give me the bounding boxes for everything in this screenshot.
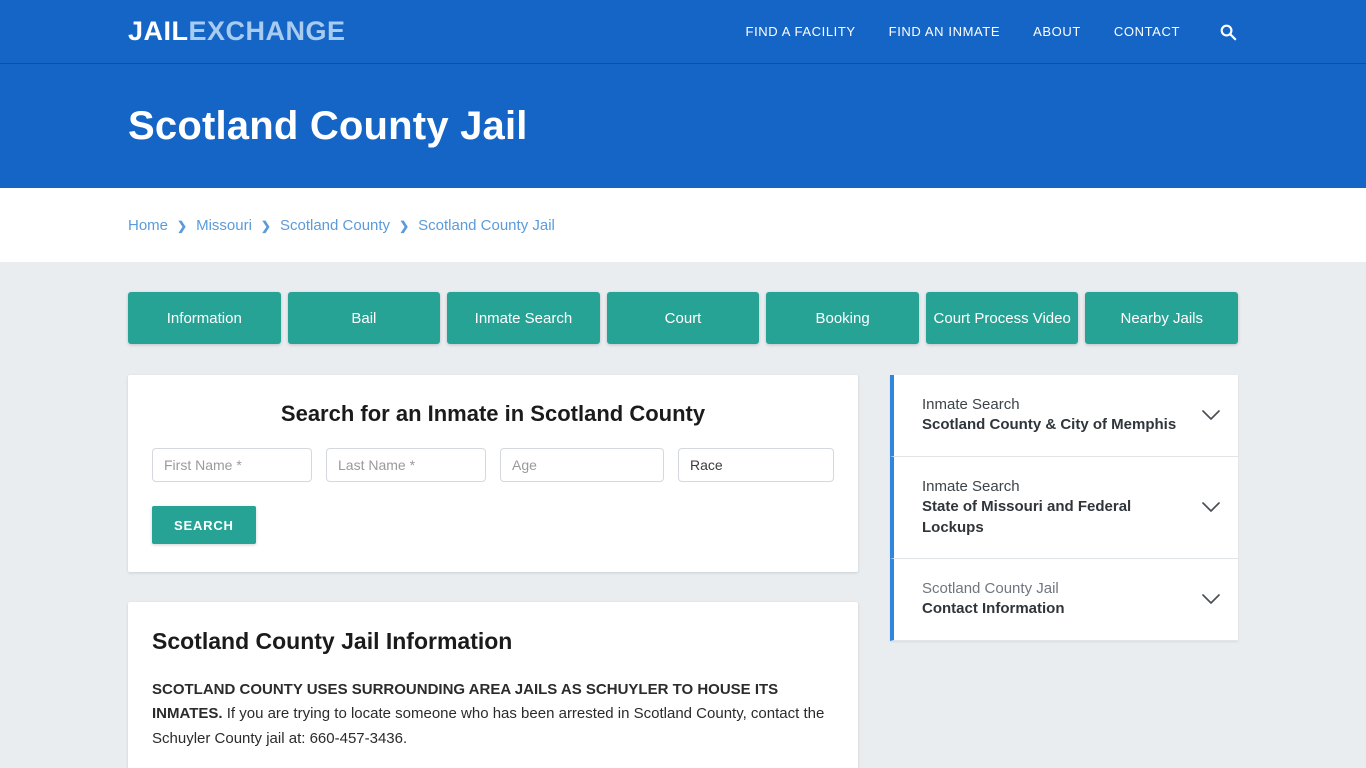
tab-court-process-video[interactable]: Court Process Video — [925, 292, 1079, 344]
accordion-text: Inmate Search Scotland County & City of … — [922, 395, 1190, 436]
tab-nearby-jails[interactable]: Nearby Jails — [1085, 292, 1239, 344]
logo-secondary-text: EXCHANGE — [188, 16, 346, 46]
site-header: JAILEXCHANGE FIND A FACILITY FIND AN INM… — [0, 0, 1366, 64]
accordion-subtitle-line: State of Missouri and Federal Lockups — [922, 498, 1132, 536]
inmate-search-fields: Race — [152, 448, 834, 482]
nav-item-find-a-facility[interactable]: FIND A FACILITY — [746, 24, 856, 39]
breadcrumb-separator-icon: ❯ — [260, 219, 271, 233]
breadcrumb-separator-icon: ❯ — [177, 219, 188, 233]
accordion-text: Inmate Search State of Missouri and Fede… — [922, 477, 1190, 538]
breadcrumb-item-home[interactable]: Home — [128, 217, 168, 234]
accordion-title-line: Inmate Search — [922, 477, 1020, 495]
accordion-title-line: Scotland County Jail — [922, 579, 1059, 597]
accordion-contact-information[interactable]: Scotland County Jail Contact Information — [890, 558, 1238, 641]
page-title: Scotland County Jail — [128, 103, 528, 148]
chevron-down-icon[interactable] — [1200, 404, 1222, 426]
site-logo[interactable]: JAILEXCHANGE — [128, 18, 346, 45]
accordion-title-line: Inmate Search — [922, 396, 1020, 413]
search-submit-button[interactable]: SEARCH — [152, 506, 256, 544]
breadcrumb: Home ❯ Missouri ❯ Scotland County ❯ Scot… — [128, 217, 555, 234]
tab-booking[interactable]: Booking — [766, 292, 919, 344]
tab-court[interactable]: Court — [606, 292, 760, 344]
page-title-band: Scotland County Jail — [0, 64, 1366, 188]
breadcrumb-separator-icon: ❯ — [399, 219, 410, 233]
breadcrumb-band: Home ❯ Missouri ❯ Scotland County ❯ Scot… — [0, 188, 1366, 262]
jail-information-card: Scotland County Jail Information SCOTLAN… — [128, 602, 858, 768]
jail-information-paragraph-1: SCOTLAND COUNTY USES SURROUNDING AREA JA… — [152, 678, 834, 751]
jail-information-lead-rest: If you are trying to locate someone who … — [152, 705, 825, 747]
sidebar-column: Inmate Search Scotland County & City of … — [890, 375, 1238, 641]
accordion-inmate-search-county[interactable]: Inmate Search Scotland County & City of … — [890, 375, 1238, 457]
accordion-inmate-search-state[interactable]: Inmate Search State of Missouri and Fede… — [890, 456, 1238, 559]
primary-column: Search for an Inmate in Scotland County … — [128, 375, 858, 768]
nav-item-contact[interactable]: CONTACT — [1114, 24, 1180, 39]
nav-item-about[interactable]: ABOUT — [1033, 24, 1081, 39]
tab-bail[interactable]: Bail — [287, 292, 441, 344]
age-input[interactable] — [500, 448, 664, 482]
inmate-search-card: Search for an Inmate in Scotland County … — [128, 375, 858, 572]
jail-information-heading: Scotland County Jail Information — [152, 628, 513, 654]
main-navigation: FIND A FACILITY FIND AN INMATE ABOUT CON… — [746, 22, 1238, 42]
accordion-subtitle-line: Scotland County & City of Memphis — [922, 416, 1177, 434]
inmate-search-heading: Search for an Inmate in Scotland County — [280, 401, 706, 426]
tab-information[interactable]: Information — [128, 292, 281, 344]
last-name-input[interactable] — [326, 448, 486, 482]
breadcrumb-item-missouri[interactable]: Missouri — [196, 217, 252, 234]
race-select[interactable]: Race — [678, 448, 834, 482]
chevron-down-icon[interactable] — [1200, 496, 1222, 518]
nav-item-find-an-inmate[interactable]: FIND AN INMATE — [889, 24, 1000, 39]
breadcrumb-item-scotland-county[interactable]: Scotland County — [280, 217, 390, 234]
accordion-subtitle-line: Contact Information — [922, 600, 1065, 618]
breadcrumb-item-scotland-county-jail[interactable]: Scotland County Jail — [418, 217, 555, 234]
chevron-down-icon[interactable] — [1200, 588, 1222, 610]
search-icon[interactable] — [1218, 22, 1238, 42]
main-content: Information Bail Inmate Search Court Boo… — [0, 262, 1366, 768]
tab-inmate-search[interactable]: Inmate Search — [447, 292, 600, 344]
first-name-input[interactable] — [152, 448, 312, 482]
facility-tab-strip: Information Bail Inmate Search Court Boo… — [128, 292, 1239, 344]
accordion-text: Scotland County Jail Contact Information — [922, 579, 1190, 620]
logo-primary-text: JAIL — [128, 16, 189, 46]
